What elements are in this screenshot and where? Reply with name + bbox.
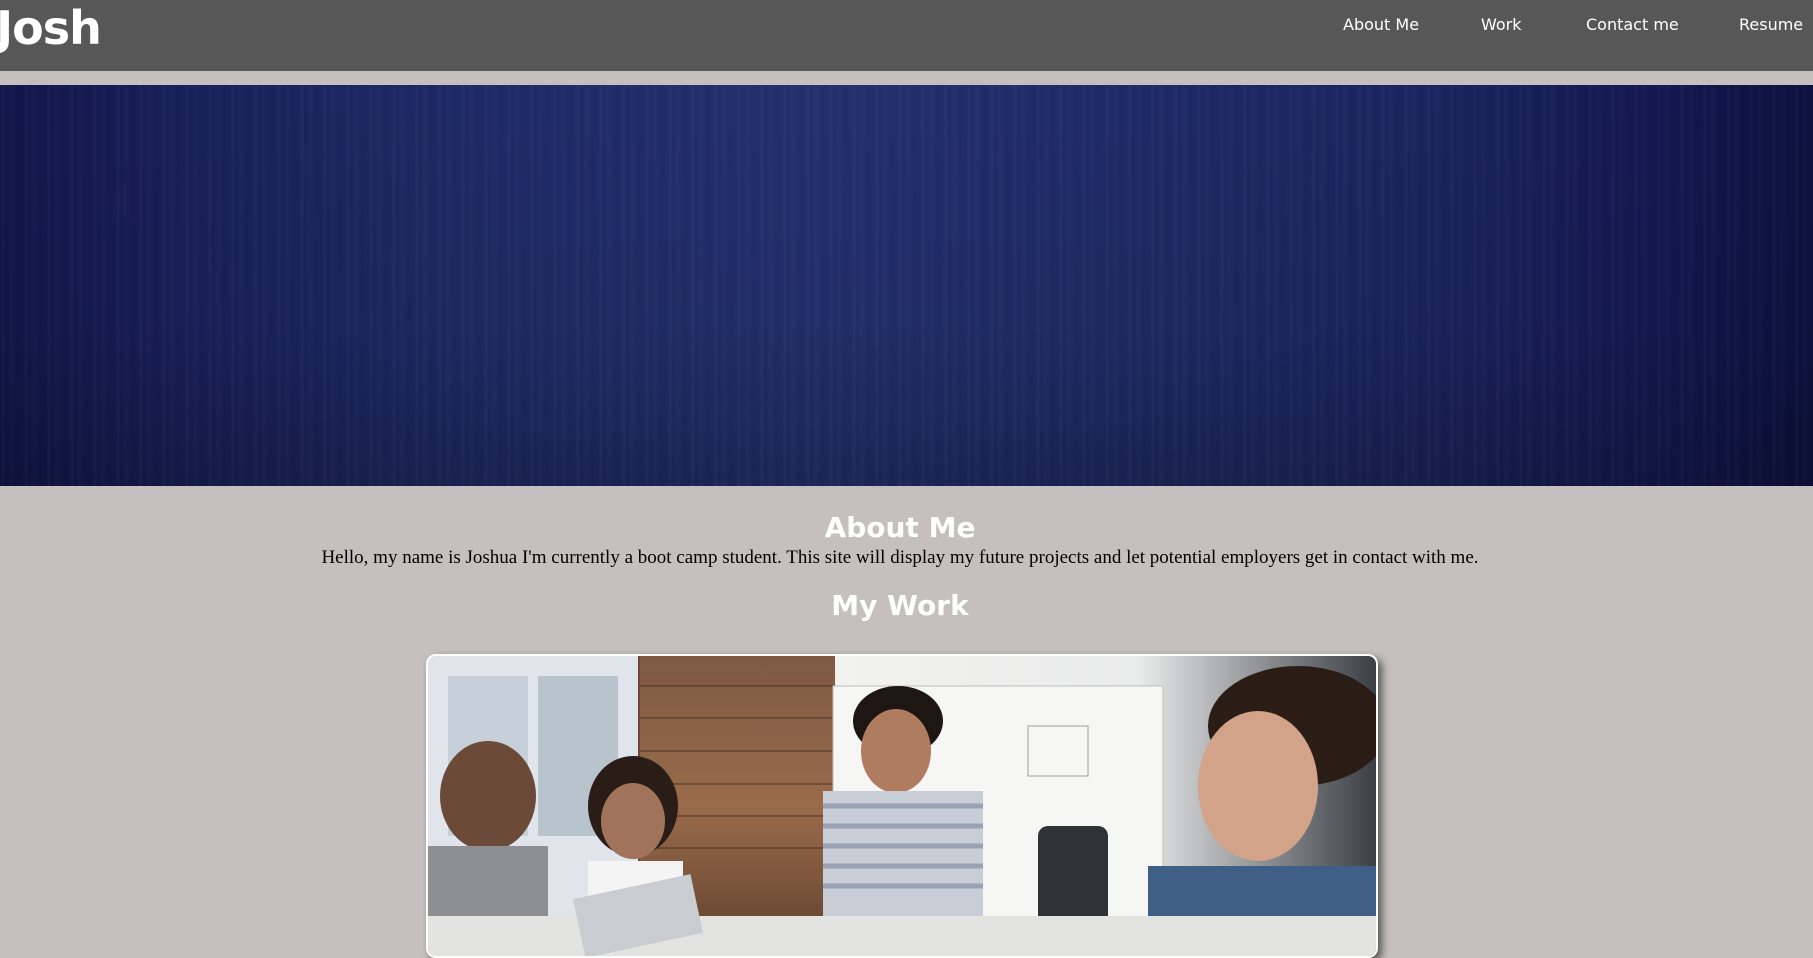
nav-link-contact-me[interactable]: Contact me [1586,14,1679,36]
brand-logo-link[interactable]: Josh [0,0,102,56]
about-me-heading: About Me [824,511,976,544]
about-me-text: Hello, my name is Joshua I'm currently a… [321,547,1479,568]
nav-link-about-me[interactable]: About Me [1343,14,1419,36]
hero-banner [0,85,1813,486]
my-work-heading: My Work [831,589,969,622]
top-navbar: Josh About Me Work Contact me Resume [0,0,1813,71]
work-project-card[interactable] [426,654,1378,958]
nav-link-work[interactable]: Work [1481,14,1522,36]
team-meeting-photo [428,656,1376,956]
nav-link-resume[interactable]: Resume [1739,14,1803,36]
